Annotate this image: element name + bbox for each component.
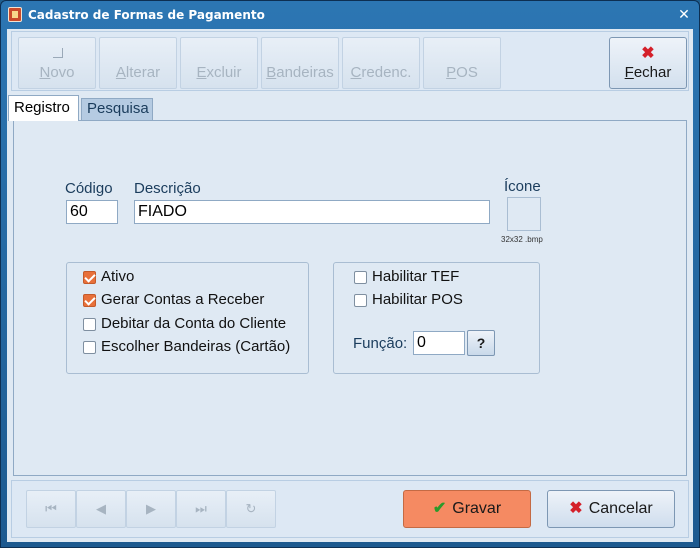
- options-group-right: Habilitar TEF Habilitar POS Função: ?: [333, 262, 540, 374]
- codigo-input[interactable]: [66, 200, 118, 224]
- bandeiras-button[interactable]: Bandeiras: [261, 37, 339, 89]
- window-title: Cadastro de Formas de Pagamento: [28, 8, 265, 22]
- bottom-bar: ⏮ ◀ ▶ ⏭ ↻ ✔ Gravar ✖ Cancelar: [11, 480, 689, 538]
- descricao-input[interactable]: [134, 200, 490, 224]
- gravar-button[interactable]: ✔ Gravar: [403, 490, 531, 528]
- client-area: Novo Alterar Excluir Bandeiras Credenc. …: [7, 29, 693, 542]
- credenc-button[interactable]: Credenc.: [342, 37, 420, 89]
- gravar-label: Gravar: [452, 500, 502, 517]
- checkbox-checked-icon: [83, 271, 96, 284]
- excluir-button[interactable]: Excluir: [180, 37, 258, 89]
- last-record-button[interactable]: ⏭: [176, 490, 226, 528]
- codigo-label: Código: [65, 180, 113, 197]
- app-icon: [8, 7, 22, 22]
- toolbar: Novo Alterar Excluir Bandeiras Credenc. …: [11, 31, 689, 91]
- checkbox-icon: [83, 318, 96, 331]
- check-icon: ✔: [432, 500, 447, 517]
- icon-picker[interactable]: [507, 197, 541, 231]
- options-group-left: Ativo Gerar Contas a Receber Debitar da …: [66, 262, 309, 374]
- cancelar-button[interactable]: ✖ Cancelar: [547, 490, 675, 528]
- tab-pesquisa[interactable]: Pesquisa: [81, 98, 153, 120]
- prev-record-button[interactable]: ◀: [76, 490, 126, 528]
- debitar-conta-label: Debitar da Conta do Cliente: [101, 315, 287, 332]
- gerar-contas-label: Gerar Contas a Receber: [101, 291, 265, 308]
- close-icon: ✖: [641, 45, 655, 62]
- alterar-label: Alterar: [115, 64, 161, 81]
- help-button[interactable]: ?: [467, 330, 495, 356]
- fechar-button[interactable]: ✖ Fechar: [609, 37, 687, 89]
- cancelar-label: Cancelar: [588, 500, 653, 517]
- next-record-button[interactable]: ▶: [126, 490, 176, 528]
- funcao-input[interactable]: [413, 331, 465, 355]
- pos-button[interactable]: POS: [423, 37, 501, 89]
- alterar-button[interactable]: Alterar: [99, 37, 177, 89]
- credenc-label: Credenc.: [350, 64, 412, 81]
- title-bar: Cadastro de Formas de Pagamento ✕: [1, 1, 699, 29]
- habilitar-tef-label: Habilitar TEF: [372, 268, 460, 285]
- excluir-label: Excluir: [196, 64, 242, 81]
- pos-label: POS: [446, 64, 478, 81]
- funcao-label: Função:: [353, 335, 408, 352]
- icone-label: Ícone: [504, 178, 541, 195]
- checkbox-icon: [354, 294, 367, 307]
- fechar-label: Fechar: [624, 64, 672, 81]
- first-record-button[interactable]: ⏮: [26, 490, 76, 528]
- tab-registro[interactable]: Registro: [8, 95, 79, 121]
- descricao-label: Descrição: [134, 180, 201, 197]
- refresh-button[interactable]: ↻: [226, 490, 276, 528]
- novo-button[interactable]: Novo: [18, 37, 96, 89]
- ativo-label: Ativo: [101, 268, 135, 285]
- window-close-button[interactable]: ✕: [675, 5, 693, 23]
- registro-panel: Código Descrição Ícone 32x32 .bmp Ativo …: [13, 120, 687, 476]
- new-icon: [53, 48, 63, 58]
- checkbox-checked-icon: [83, 294, 96, 307]
- habilitar-pos-label: Habilitar POS: [372, 291, 463, 308]
- cancel-icon: ✖: [569, 500, 583, 517]
- checkbox-icon: [354, 271, 367, 284]
- escolher-bandeiras-label: Escolher Bandeiras (Cartão): [101, 338, 291, 355]
- icone-note: 32x32 .bmp: [501, 235, 543, 244]
- bandeiras-label: Bandeiras: [266, 64, 334, 81]
- checkbox-icon: [83, 341, 96, 354]
- novo-label: Novo: [39, 64, 75, 81]
- app-window: Cadastro de Formas de Pagamento ✕ Novo A…: [0, 0, 700, 548]
